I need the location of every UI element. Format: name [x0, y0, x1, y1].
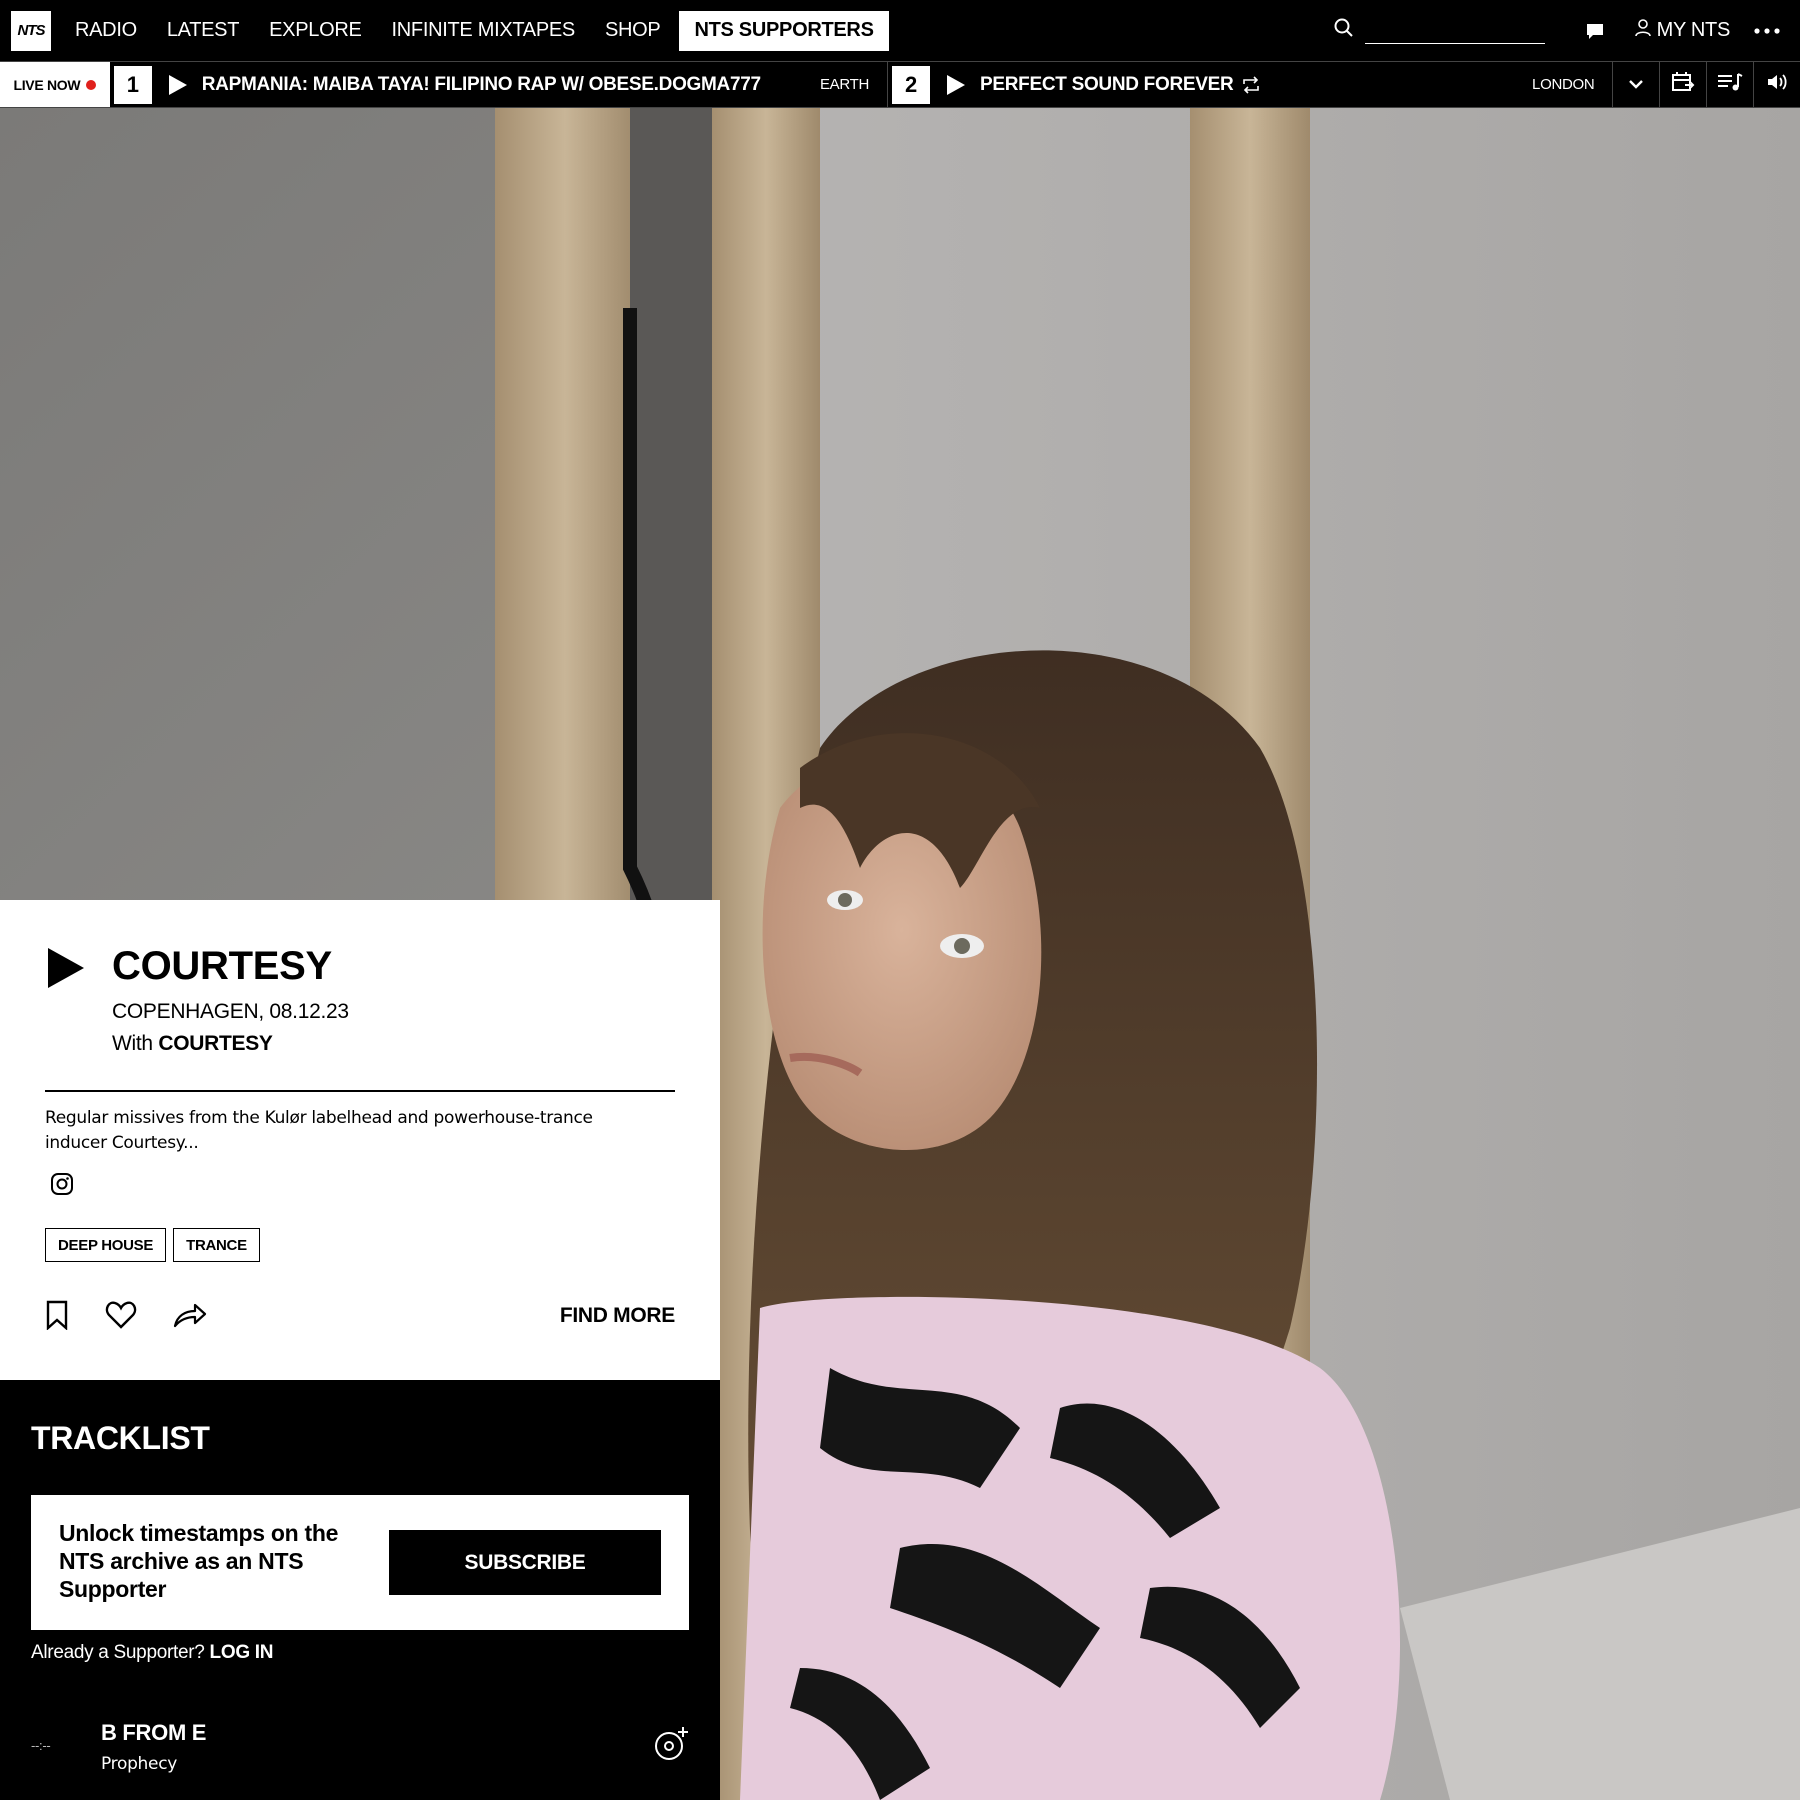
channel-title: PERFECT SOUND FOREVER: [980, 73, 1234, 95]
play-icon[interactable]: [168, 74, 188, 96]
chevron-down-icon: [1628, 76, 1644, 94]
nav-nts-supporters[interactable]: NTS SUPPORTERS: [679, 10, 889, 51]
live-dot-icon: [86, 79, 97, 90]
share-icon[interactable]: [173, 1302, 207, 1333]
chat-icon[interactable]: [1585, 22, 1605, 40]
nav-infinite-mixtapes[interactable]: INFINITE MIXTAPES: [377, 11, 590, 51]
tracklist-heading: TRACKLIST: [31, 1420, 210, 1456]
user-icon: [1634, 18, 1657, 43]
repeat-icon: [1241, 75, 1261, 94]
track-row: --:-- B FROM E Prophecy: [31, 1720, 689, 1790]
schedule-icon: [1671, 71, 1695, 98]
unlock-text: Unlock timestamps on the NTS archive as …: [59, 1520, 339, 1602]
nts-logo[interactable]: NTS: [11, 10, 51, 51]
card-actions: [45, 1300, 207, 1335]
channel-location: EARTH: [819, 76, 870, 93]
login-link[interactable]: LOG IN: [210, 1642, 274, 1663]
channel-2[interactable]: 2 PERFECT SOUND FOREVER LONDON: [888, 62, 1612, 107]
unlock-timestamps-box: Unlock timestamps on the NTS archive as …: [31, 1495, 689, 1630]
live-now-badge: LIVE NOW: [0, 62, 110, 107]
expand-button[interactable]: [1612, 62, 1659, 107]
login-prompt: Already a Supporter? LOG IN: [31, 1642, 274, 1664]
live-now-label: LIVE NOW: [13, 76, 81, 93]
volume-button[interactable]: [1753, 62, 1800, 107]
play-icon[interactable]: [46, 946, 86, 995]
search: [1333, 17, 1545, 44]
more-icon[interactable]: [1754, 27, 1780, 34]
show-location-date: COPENHAGEN, 08.12.23: [112, 1000, 349, 1023]
nav-right: MY NTS: [1333, 0, 1800, 61]
nav-shop[interactable]: SHOP: [590, 11, 675, 51]
nav-latest[interactable]: LATEST: [152, 11, 254, 51]
volume-icon: [1766, 72, 1788, 97]
search-input[interactable]: [1364, 17, 1545, 44]
add-track-icon[interactable]: [653, 1726, 689, 1767]
live-bar: LIVE NOW 1 RAPMANIA: MAIBA TAYA! FILIPIN…: [0, 61, 1800, 108]
channel-location: LONDON: [1532, 76, 1595, 93]
channel-title: RAPMANIA: MAIBA TAYA! FILIPINO RAP W/ OB…: [201, 73, 761, 95]
host-name[interactable]: COURTESY: [158, 1032, 273, 1055]
queue-icon: [1717, 72, 1743, 97]
episode-card: COURTESY COPENHAGEN, 08.12.23 With COURT…: [0, 900, 720, 1380]
genre-tag[interactable]: DEEP HOUSE: [45, 1228, 167, 1262]
heart-icon[interactable]: [105, 1301, 137, 1334]
find-more-link[interactable]: FIND MORE: [560, 1304, 675, 1328]
my-nts-link[interactable]: MY NTS: [1634, 18, 1731, 43]
track-time: --:--: [31, 1738, 51, 1753]
login-prompt-text: Already a Supporter?: [31, 1642, 205, 1663]
channel-number: 2: [892, 65, 931, 104]
nav-explore[interactable]: EXPLORE: [254, 11, 376, 51]
channel-1[interactable]: 1 RAPMANIA: MAIBA TAYA! FILIPINO RAP W/ …: [110, 62, 889, 107]
track-artist[interactable]: B FROM E: [101, 1720, 206, 1746]
divider: [45, 1090, 675, 1092]
play-icon[interactable]: [946, 74, 966, 96]
show-host: With COURTESY: [112, 1032, 273, 1056]
search-icon[interactable]: [1333, 17, 1355, 44]
subscribe-button[interactable]: SUBSCRIBE: [389, 1530, 661, 1595]
show-description: Regular missives from the Kulør labelhea…: [45, 1108, 593, 1153]
show-title: COURTESY: [112, 944, 332, 988]
tracklist-section: TRACKLIST Unlock timestamps on the NTS a…: [0, 1380, 720, 1800]
genre-tags: DEEP HOUSE TRANCE: [45, 1228, 260, 1262]
host-prefix: With: [112, 1032, 153, 1055]
my-nts-label: MY NTS: [1656, 19, 1731, 41]
instagram-icon[interactable]: [50, 1172, 74, 1201]
genre-tag[interactable]: TRANCE: [173, 1228, 260, 1262]
track-title: Prophecy: [101, 1754, 178, 1774]
top-navigation: NTS RADIO LATEST EXPLORE INFINITE MIXTAP…: [0, 0, 1800, 61]
bookmark-icon[interactable]: [45, 1300, 69, 1335]
queue-button[interactable]: [1706, 62, 1753, 107]
nav-radio[interactable]: RADIO: [60, 11, 152, 51]
schedule-button[interactable]: [1659, 62, 1706, 107]
channel-number: 1: [113, 65, 152, 104]
